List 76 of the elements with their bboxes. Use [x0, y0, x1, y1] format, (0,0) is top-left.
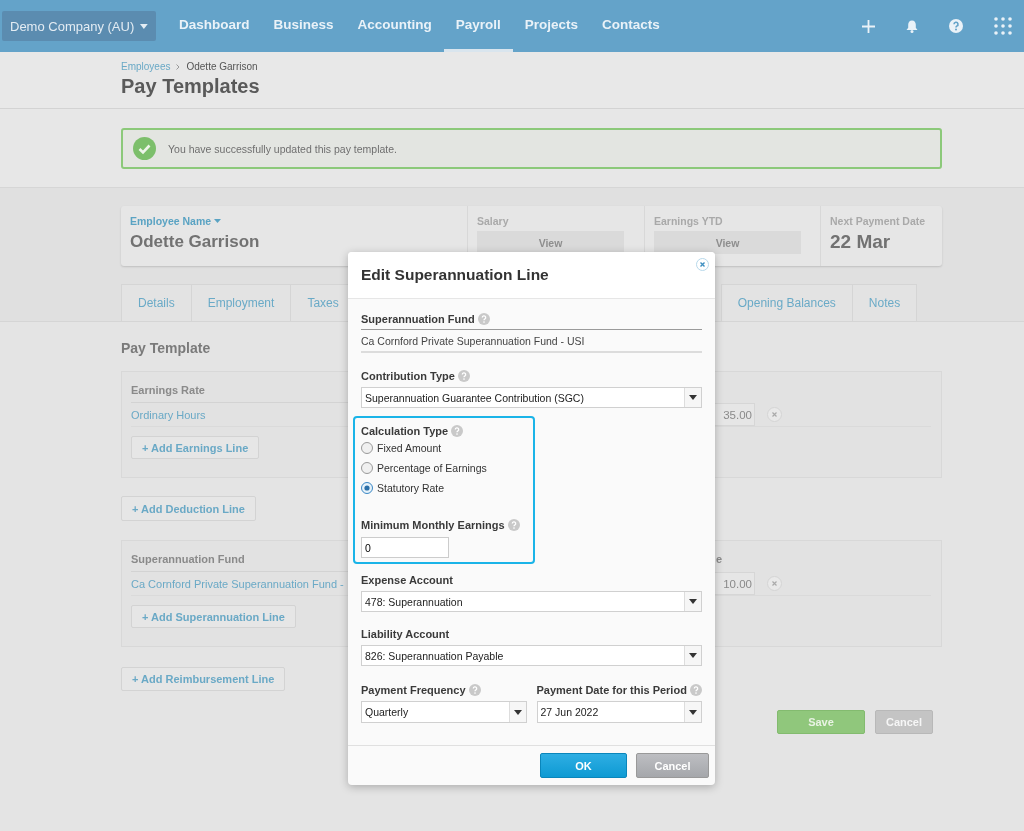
help-icon[interactable] [507, 519, 520, 531]
nav-link[interactable]: Dashboard [167, 0, 262, 52]
page-title: Pay Templates [121, 75, 261, 98]
add-line-button[interactable]: + Add Earnings Line [131, 436, 260, 459]
caret-icon [513, 709, 522, 715]
fund-value: Ca Cornford Private Superannuation Fund - USI [361, 329, 702, 353]
radio-label[interactable]: Fixed Amount [377, 442, 442, 454]
field-label: Contribution Type [361, 370, 455, 382]
add-line-button[interactable]: + Add Reimbursement Line [121, 667, 286, 691]
caret-icon [689, 653, 697, 658]
field-label: Expense Account [361, 574, 453, 586]
view-button[interactable]: View [477, 231, 624, 254]
next-payment-label: Next Payment Date [830, 215, 926, 227]
next-payment-date: 22 Mar [830, 231, 891, 253]
save-button[interactable]: Save [777, 710, 865, 734]
earnings-ytd-label: Earnings YTD [654, 215, 723, 227]
dialog-title: Edit Superannuation Line [361, 266, 549, 284]
caret-icon [140, 23, 148, 29]
help-icon[interactable] [457, 370, 470, 382]
select-field[interactable]: 478: Superannuation [361, 591, 702, 612]
field-label: Payment Date for this Period [536, 684, 687, 696]
help-icon[interactable] [689, 684, 702, 696]
ok-button[interactable]: OK [540, 753, 627, 778]
breadcrumb-current: Odette Garrison [186, 61, 258, 72]
field-label: Minimum Monthly Earnings [361, 519, 505, 531]
input-field[interactable]: 0 [361, 537, 449, 558]
remove-icon[interactable] [767, 576, 782, 591]
breadcrumb-link[interactable]: Employees [121, 61, 171, 72]
tab[interactable]: Notes [851, 284, 918, 321]
caret-icon [689, 395, 697, 400]
cancel-button[interactable]: Cancel [636, 753, 709, 778]
apps-grid-icon[interactable] [994, 17, 1012, 35]
column-header: Superannuation Fund [131, 553, 245, 567]
field-label: Payment Frequency [361, 684, 466, 696]
select-field[interactable]: 27 Jun 2022 [536, 701, 702, 723]
help-icon[interactable] [468, 684, 481, 696]
column-header: Earnings Rate [131, 384, 205, 398]
radio-button[interactable] [361, 442, 373, 454]
help-icon[interactable] [949, 19, 963, 33]
select-field[interactable]: 826: Superannuation Payable [361, 645, 702, 666]
column-header: e [716, 553, 723, 565]
caret-icon [689, 709, 697, 715]
employee-name-dropdown[interactable]: Employee Name [130, 215, 222, 227]
check-circle-icon [133, 137, 156, 160]
add-line-button[interactable]: + Add Deduction Line [121, 496, 256, 521]
caret-icon [214, 219, 222, 223]
nav-link[interactable]: Contacts [590, 0, 672, 52]
bell-icon[interactable] [906, 19, 918, 33]
radio-button[interactable] [361, 462, 373, 474]
nav-link[interactable]: Business [261, 0, 346, 52]
nav-link[interactable]: Projects [512, 0, 591, 52]
company-dropdown[interactable]: Demo Company (AU) [2, 11, 156, 41]
select-field[interactable]: Quarterly [361, 701, 527, 723]
caret-icon [689, 599, 697, 604]
employee-name: Odette Garrison [130, 232, 260, 252]
salary-label: Salary [477, 215, 509, 227]
chevron-right-icon [176, 63, 181, 70]
field-label: Liability Account [361, 628, 450, 640]
radio-label[interactable]: Statutory Rate [377, 482, 445, 494]
field-label: Calculation Type [361, 425, 449, 437]
view-button[interactable]: View [654, 231, 801, 254]
close-icon[interactable] [696, 258, 709, 271]
help-icon[interactable] [477, 313, 490, 325]
select-field[interactable]: Superannuation Guarantee Contribution (SGC) [361, 387, 702, 408]
nav-link[interactable]: Accounting [345, 0, 444, 52]
add-line-button[interactable]: + Add Superannuation Line [131, 605, 296, 628]
alert-message: You have successfully updated this pay template. [168, 142, 397, 155]
field-label: Superannuation Fund [361, 313, 475, 325]
tab[interactable]: Details [121, 284, 192, 321]
radio-button[interactable] [361, 482, 373, 494]
section-title: Pay Template [121, 340, 211, 357]
remove-icon[interactable] [767, 407, 782, 422]
radio-label[interactable]: Percentage of Earnings [377, 462, 487, 474]
help-icon[interactable] [451, 425, 464, 437]
tab[interactable]: Opening Balances [720, 284, 853, 321]
plus-icon[interactable] [862, 19, 875, 33]
